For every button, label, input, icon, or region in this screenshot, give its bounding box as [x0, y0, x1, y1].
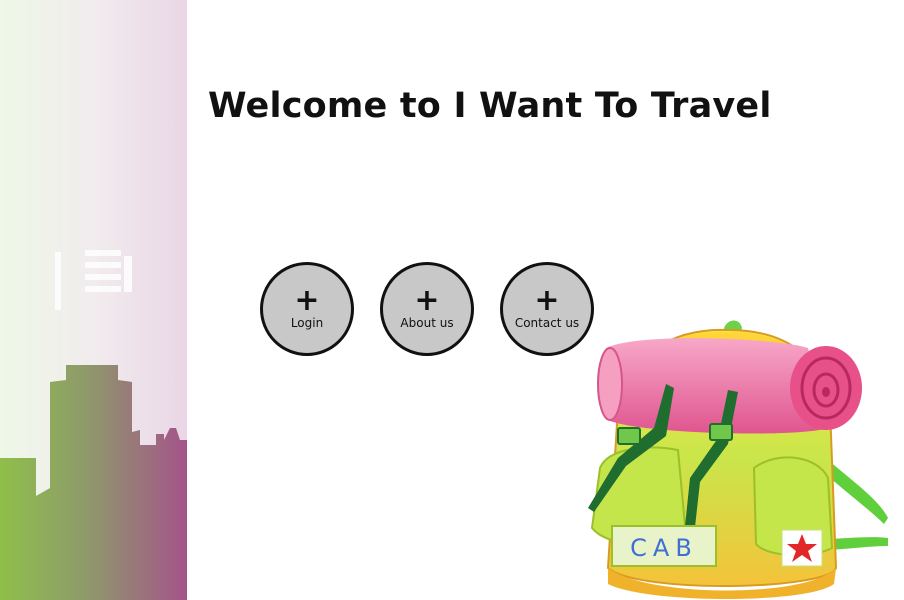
plus-icon: + — [294, 283, 320, 318]
city-skyline-panel — [0, 0, 187, 600]
backpack-illustration: CAB — [588, 320, 888, 599]
page-title: Welcome to I Want To Travel — [208, 86, 772, 126]
plus-icon: + — [534, 283, 560, 318]
city-skyline-illustration — [0, 250, 187, 600]
plus-icon: + — [414, 283, 440, 318]
login-button-label: Login — [290, 316, 324, 330]
backpack-tag-text: CAB — [630, 534, 698, 562]
about-us-button-label: About us — [400, 316, 454, 330]
about-us-button[interactable]: + About us — [380, 262, 474, 356]
contact-us-button-label: Contact us — [514, 316, 580, 330]
login-button[interactable]: + Login — [260, 262, 354, 356]
